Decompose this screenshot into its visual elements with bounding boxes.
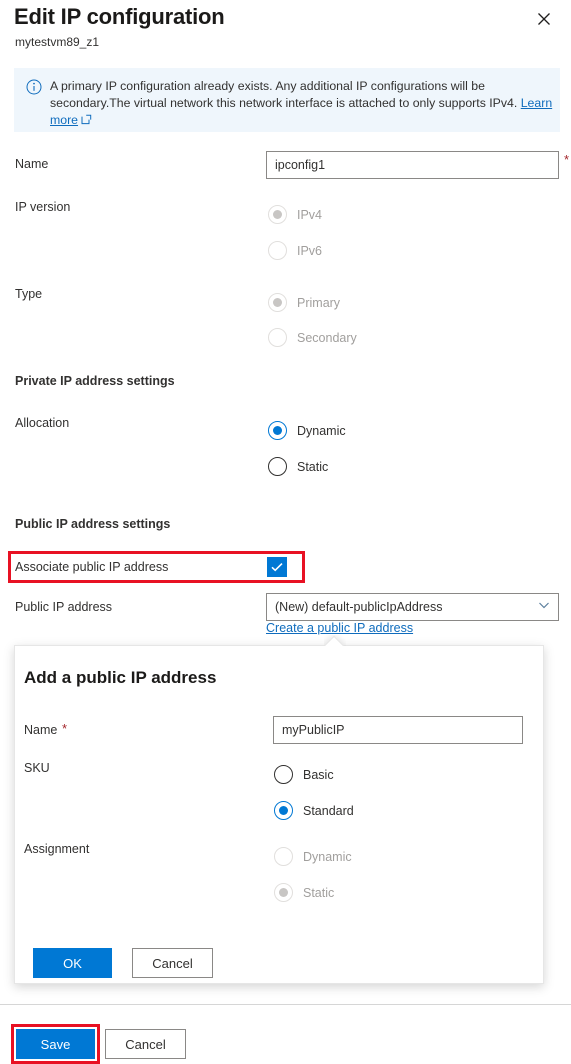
- learn-more-link-part2: more: [50, 113, 79, 127]
- public-ip-address-label: Public IP address: [15, 600, 113, 614]
- close-icon[interactable]: [531, 6, 557, 32]
- radio-sku-standard-indicator: [274, 801, 293, 820]
- radio-assignment-static[interactable]: Static: [274, 883, 334, 902]
- radio-allocation-dynamic[interactable]: Dynamic: [268, 421, 346, 440]
- radio-assignment-static-indicator: [274, 883, 293, 902]
- name-required-marker: *: [564, 152, 570, 167]
- radio-allocation-static-label: Static: [297, 459, 329, 474]
- info-icon: [26, 79, 42, 95]
- radio-allocation-static[interactable]: Static: [268, 457, 328, 476]
- radio-secondary-indicator: [268, 328, 287, 347]
- radio-sku-basic-label: Basic: [303, 767, 334, 782]
- learn-more-link[interactable]: Learn: [521, 96, 552, 110]
- flyout-ok-button[interactable]: OK: [33, 948, 112, 978]
- radio-secondary[interactable]: Secondary: [268, 328, 357, 347]
- flyout-cancel-button[interactable]: Cancel: [132, 948, 213, 978]
- external-link-icon: [81, 113, 92, 130]
- radio-ipv6-indicator: [268, 241, 287, 260]
- footer-cancel-button[interactable]: Cancel: [105, 1029, 186, 1059]
- info-banner: A primary IP configuration already exist…: [14, 68, 560, 132]
- flyout-name-required-marker: *: [62, 721, 68, 736]
- radio-allocation-static-indicator: [268, 457, 287, 476]
- radio-assignment-dynamic[interactable]: Dynamic: [274, 847, 352, 866]
- radio-ipv4-indicator: [268, 205, 287, 224]
- radio-assignment-dynamic-indicator: [274, 847, 293, 866]
- radio-ipv4[interactable]: IPv4: [268, 205, 322, 224]
- radio-primary-indicator: [268, 293, 287, 312]
- radio-assignment-static-label: Static: [303, 885, 335, 900]
- radio-primary-label: Primary: [297, 295, 341, 310]
- allocation-label: Allocation: [15, 416, 70, 430]
- info-banner-message: A primary IP configuration already exist…: [50, 79, 518, 110]
- create-public-ip-link[interactable]: Create a public IP address: [266, 621, 413, 635]
- public-ip-section-heading: Public IP address settings: [15, 517, 171, 531]
- flyout-assignment-label: Assignment: [24, 842, 90, 856]
- info-banner-text: A primary IP configuration already exist…: [50, 78, 554, 130]
- type-label: Type: [15, 287, 43, 301]
- flyout-name-label: Name: [24, 723, 58, 737]
- radio-assignment-dynamic-label: Dynamic: [303, 849, 352, 864]
- chevron-down-icon: [538, 598, 550, 616]
- public-ip-address-dropdown[interactable]: (New) default-publicIpAddress: [266, 593, 559, 621]
- page-title: Edit IP configuration: [14, 4, 225, 29]
- radio-primary[interactable]: Primary: [268, 293, 340, 312]
- radio-ipv6[interactable]: IPv6: [268, 241, 322, 260]
- associate-public-ip-checkbox[interactable]: [267, 557, 287, 577]
- flyout-sku-label: SKU: [24, 761, 50, 775]
- name-input[interactable]: [266, 151, 559, 179]
- private-ip-section-heading: Private IP address settings: [15, 374, 175, 388]
- radio-sku-standard-label: Standard: [303, 803, 354, 818]
- flyout-title: Add a public IP address: [24, 668, 217, 687]
- learn-more-link-continued[interactable]: more: [50, 113, 78, 127]
- radio-sku-basic[interactable]: Basic: [274, 765, 334, 784]
- blade-subtitle: mytestvm89_z1: [15, 35, 100, 49]
- radio-allocation-dynamic-indicator: [268, 421, 287, 440]
- associate-public-ip-label: Associate public IP address: [15, 560, 169, 574]
- radio-ipv6-label: IPv6: [297, 243, 323, 258]
- radio-secondary-label: Secondary: [297, 330, 357, 345]
- ip-version-label: IP version: [15, 200, 71, 214]
- save-button[interactable]: Save: [16, 1029, 95, 1059]
- learn-more-link-part1: Learn: [520, 96, 553, 110]
- radio-ipv4-label: IPv4: [297, 207, 323, 222]
- flyout-name-input[interactable]: [273, 716, 523, 744]
- radio-sku-standard[interactable]: Standard: [274, 801, 354, 820]
- public-ip-address-selected-value: (New) default-publicIpAddress: [275, 600, 443, 614]
- name-label: Name: [15, 157, 49, 171]
- radio-sku-basic-indicator: [274, 765, 293, 784]
- footer-divider: [0, 1004, 571, 1005]
- flyout-beak: [324, 635, 346, 646]
- radio-allocation-dynamic-label: Dynamic: [297, 423, 346, 438]
